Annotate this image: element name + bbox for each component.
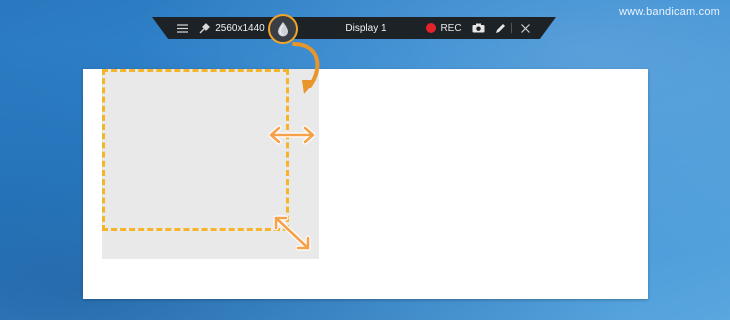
rec-label: REC bbox=[440, 22, 462, 34]
watermark-text: www.bandicam.com bbox=[618, 6, 720, 18]
pin-icon[interactable] bbox=[196, 17, 212, 39]
close-icon[interactable] bbox=[518, 17, 532, 39]
rec-button[interactable]: REC bbox=[422, 17, 466, 39]
bandicam-toolbar: 2560x1440 Display 1 REC bbox=[152, 17, 556, 39]
display-label[interactable]: Display 1 bbox=[338, 17, 394, 39]
toolbar-divider bbox=[511, 23, 512, 33]
hamburger-icon[interactable] bbox=[174, 17, 190, 39]
record-dot-icon bbox=[426, 23, 437, 33]
curved-arrow-icon bbox=[292, 42, 320, 94]
diagonal-resize-arrow-icon[interactable] bbox=[270, 212, 314, 254]
camera-icon[interactable] bbox=[470, 17, 486, 39]
horizontal-resize-arrow-icon[interactable] bbox=[265, 123, 319, 147]
selection-dashed-frame[interactable] bbox=[102, 69, 289, 231]
pencil-icon[interactable] bbox=[492, 17, 508, 39]
resolution-label[interactable]: 2560x1440 bbox=[214, 17, 266, 39]
